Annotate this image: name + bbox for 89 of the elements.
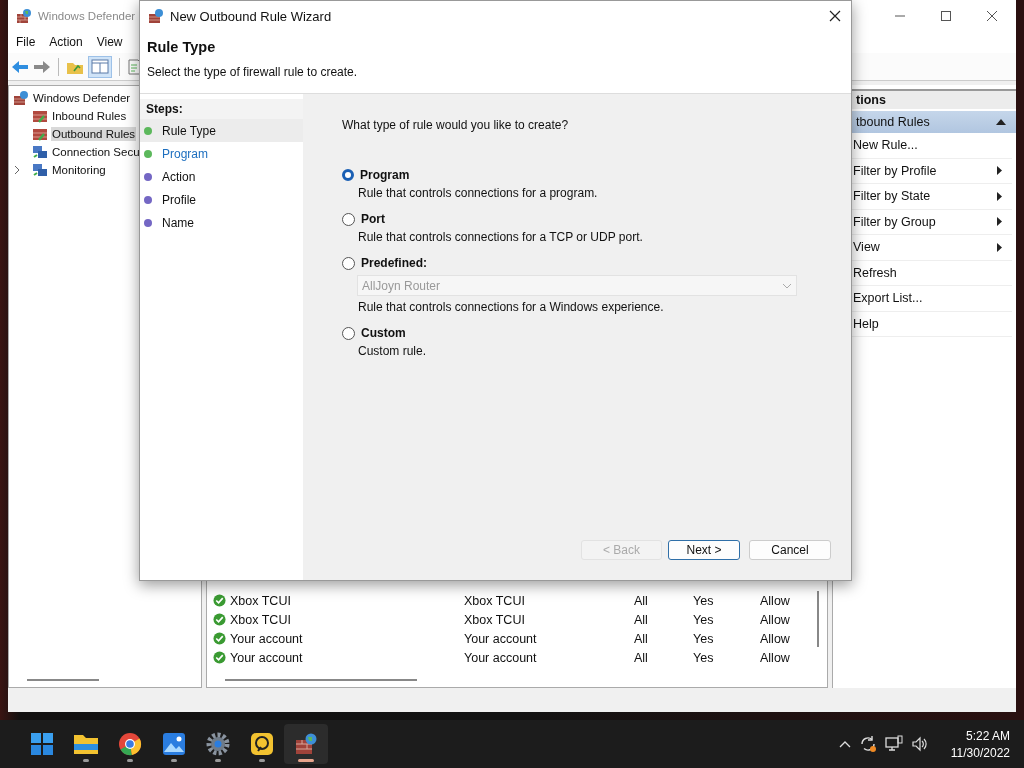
menu-item[interactable]: View [96, 35, 123, 49]
computer-icon [32, 144, 48, 160]
tree-item[interactable]: Connection Secu [51, 145, 141, 159]
option-label[interactable]: Port [361, 212, 385, 226]
table-cell-text: Yes [693, 650, 715, 665]
step-item: Action [140, 165, 303, 188]
step-item[interactable]: Program [140, 142, 303, 165]
back-arrow-icon[interactable] [11, 58, 29, 75]
firewall-rules-icon [32, 126, 48, 142]
table-cell-text: All [634, 631, 649, 646]
clock-date[interactable]: 11/30/2022 [950, 745, 1010, 760]
submenu-arrow-icon [997, 242, 1002, 252]
dialog-title: New Outbound Rule Wizard [170, 8, 332, 24]
table-cell-text: All [634, 612, 649, 627]
close-icon[interactable] [829, 10, 841, 22]
table-cell-text: All [634, 593, 649, 608]
tree-item[interactable]: Monitoring [51, 163, 107, 177]
table-cell-text: Yes [693, 612, 715, 627]
option-description: Custom rule. [357, 344, 428, 358]
dialog-button[interactable]: Cancel [749, 540, 831, 560]
option-label[interactable]: Program [360, 168, 410, 182]
collapse-icon[interactable] [996, 119, 1006, 125]
table-cell-text: Your account [464, 650, 538, 665]
browser-icon[interactable] [118, 732, 142, 756]
table-cell-text: Yes [693, 631, 715, 646]
firewall-icon [16, 7, 32, 24]
table-cell-text: All [634, 650, 649, 665]
dropdown: AllJoyn Router [357, 275, 797, 296]
sync-icon[interactable] [858, 735, 877, 753]
tree-item[interactable]: Windows Defender [32, 91, 132, 105]
submenu-arrow-icon [997, 166, 1002, 176]
volume-icon[interactable] [910, 735, 929, 753]
step-item: Rule Type [140, 119, 303, 142]
photos-icon[interactable] [162, 732, 186, 756]
folder-icon[interactable] [73, 732, 99, 756]
firewall-rules-icon [32, 108, 48, 124]
close-icon[interactable] [986, 9, 998, 22]
table-cell-text: Xbox TCUI [230, 612, 292, 627]
window-title: Windows Defender [38, 9, 136, 22]
table-cell-text: Allow [760, 631, 791, 646]
table-cell-text: Allow [760, 650, 791, 665]
firewall-icon [13, 90, 29, 106]
table-cell-text: Xbox TCUI [464, 612, 526, 627]
table-cell-text: Xbox TCUI [464, 593, 526, 608]
scrollbar-thumb[interactable] [27, 679, 99, 681]
forward-arrow-icon[interactable] [33, 58, 51, 75]
pane-toggle-icon[interactable] [88, 55, 112, 78]
table-cell-text: Yes [693, 593, 715, 608]
firewall-icon[interactable] [294, 732, 318, 756]
option-description: Rule that controls connections for a program. [357, 186, 599, 200]
radio-button[interactable] [342, 169, 354, 181]
computer-icon [32, 162, 48, 178]
scrollbar-thumb[interactable] [817, 591, 819, 647]
start-icon[interactable] [30, 732, 54, 756]
table-cell-text: Xbox TCUI [230, 593, 292, 608]
clock-time[interactable]: 5:22 AM [965, 728, 1010, 743]
gear-icon[interactable] [206, 732, 230, 756]
question-text: What type of rule would you like to create? [342, 118, 570, 132]
steps-heading: Steps: [140, 99, 303, 119]
network-icon[interactable] [884, 735, 903, 753]
chevron-up-icon[interactable] [838, 740, 851, 748]
submenu-arrow-icon [997, 191, 1002, 201]
remote-desktop-icon[interactable] [250, 732, 274, 756]
menu-item[interactable]: Action [49, 35, 83, 49]
option-description: Rule that controls connections for a TCP or UDP port. [357, 230, 644, 244]
table-cell-text: Allow [760, 593, 791, 608]
option-label[interactable]: Custom [361, 326, 406, 340]
radio-button[interactable] [342, 326, 355, 340]
tree-item[interactable]: Outbound Rules [51, 127, 137, 141]
step-item: Name [140, 211, 303, 234]
chevron-down-icon [782, 282, 792, 289]
firewall-icon [148, 8, 164, 24]
option-description: Rule that controls connections for a Windows experience. [357, 300, 665, 314]
option-label[interactable]: Predefined: [361, 256, 427, 270]
table-cell-text: Your account [464, 631, 538, 646]
tree-item[interactable]: Inbound Rules [51, 109, 128, 123]
table-cell-text: Your account [230, 650, 304, 665]
step-item: Profile [140, 188, 303, 211]
page-heading: Rule Type [147, 39, 217, 55]
submenu-arrow-icon [997, 217, 1002, 227]
radio-button[interactable] [342, 256, 355, 270]
scrollbar-thumb[interactable] [225, 679, 417, 681]
dialog-button[interactable]: Next > [668, 540, 740, 560]
maximize-icon[interactable] [940, 9, 952, 22]
menu-item[interactable]: File [16, 35, 36, 49]
radio-button[interactable] [342, 212, 355, 226]
table-cell-text: Your account [230, 631, 304, 646]
page-subtitle: Select the type of firewall rule to create. [147, 65, 359, 79]
table-cell-text: Allow [760, 612, 791, 627]
